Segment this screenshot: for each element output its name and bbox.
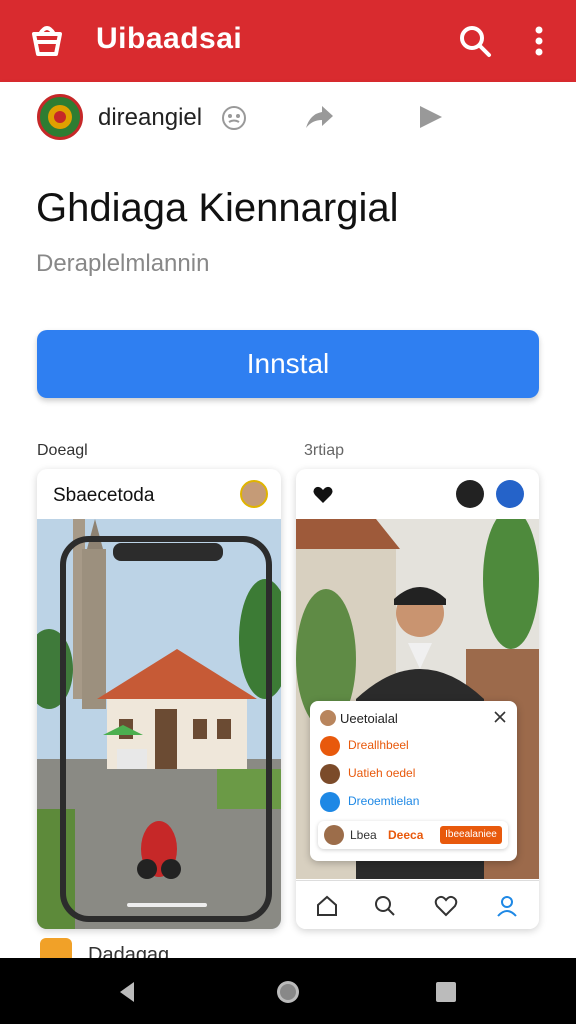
more-vert-icon[interactable] [526,22,552,60]
card-title: Sbaecetoda [53,485,155,506]
row-mid-label: Deeca [388,828,424,842]
profile-badge-icon[interactable] [496,480,524,508]
item-icon [320,792,340,812]
popup-avatar [320,710,336,726]
account-avatar[interactable] [37,94,83,140]
popup-item[interactable]: Dreallhbeel [320,735,510,757]
screenshot-card-2[interactable]: Ueetoialal Dreallhbeel Uatieh oedel Dreo… [296,469,539,929]
row-avatar [324,825,344,845]
share-icon[interactable] [302,102,336,132]
search-icon[interactable] [372,893,398,919]
popup-item[interactable]: Dreoemtielan [320,791,510,813]
item-label: Dreoemtielan [348,794,420,808]
heart-icon[interactable] [312,485,334,505]
emblem-icon [48,105,72,129]
row-tag-button[interactable]: Ibeealaniee [440,826,502,844]
emoji-icon[interactable] [220,104,248,132]
popup-title: Ueetoialal [340,711,398,726]
popup-action-row[interactable]: Lbea Deeca Ibeealaniee [318,821,508,849]
home-circle-icon[interactable] [274,978,302,1006]
popup-item[interactable]: Uatieh oedel [320,763,510,785]
app-bar-title: Uibaadsai [96,22,243,55]
install-button[interactable]: Innstal [37,330,539,398]
play-icon[interactable] [416,102,446,132]
screenshots-label-left: Doeagl [37,442,88,459]
screenshot-card-1[interactable]: Sbaecetoda [37,469,281,929]
app-details: Ghdiaga Kiennargial Deraplelmlannin Inns… [0,152,576,966]
close-icon[interactable] [493,710,507,724]
app-title: Ghdiaga Kiennargial [36,186,399,230]
screenshots-label-right: 3rtiap [304,442,345,459]
card-tab-bar [296,880,539,929]
account-name: direangiel [98,104,203,131]
search-icon[interactable] [456,22,494,60]
card-avatar [240,480,268,508]
next-section-peek[interactable]: Dadagag [40,938,240,966]
item-icon [320,736,340,756]
heart-icon[interactable] [433,893,459,919]
item-label: Dreallhbeel [348,738,409,752]
top-app-bar: Uibaadsai [0,0,576,82]
people-icon[interactable] [456,480,484,508]
store-bag-icon[interactable] [26,20,68,60]
item-label: Uatieh oedel [348,766,416,780]
developer-name[interactable]: Deraplelmlannin [36,250,209,278]
profile-icon[interactable] [494,893,520,919]
item-icon [320,764,340,784]
system-nav-bar [0,958,576,1024]
building-photo [37,519,281,929]
home-icon[interactable] [314,893,340,919]
row-left-label: Lbea [350,828,377,842]
back-icon[interactable] [114,978,142,1006]
notification-popup[interactable]: Ueetoialal Dreallhbeel Uatieh oedel Dreo… [310,701,517,861]
recents-icon[interactable] [432,978,460,1006]
account-bar: direangiel [0,82,576,152]
